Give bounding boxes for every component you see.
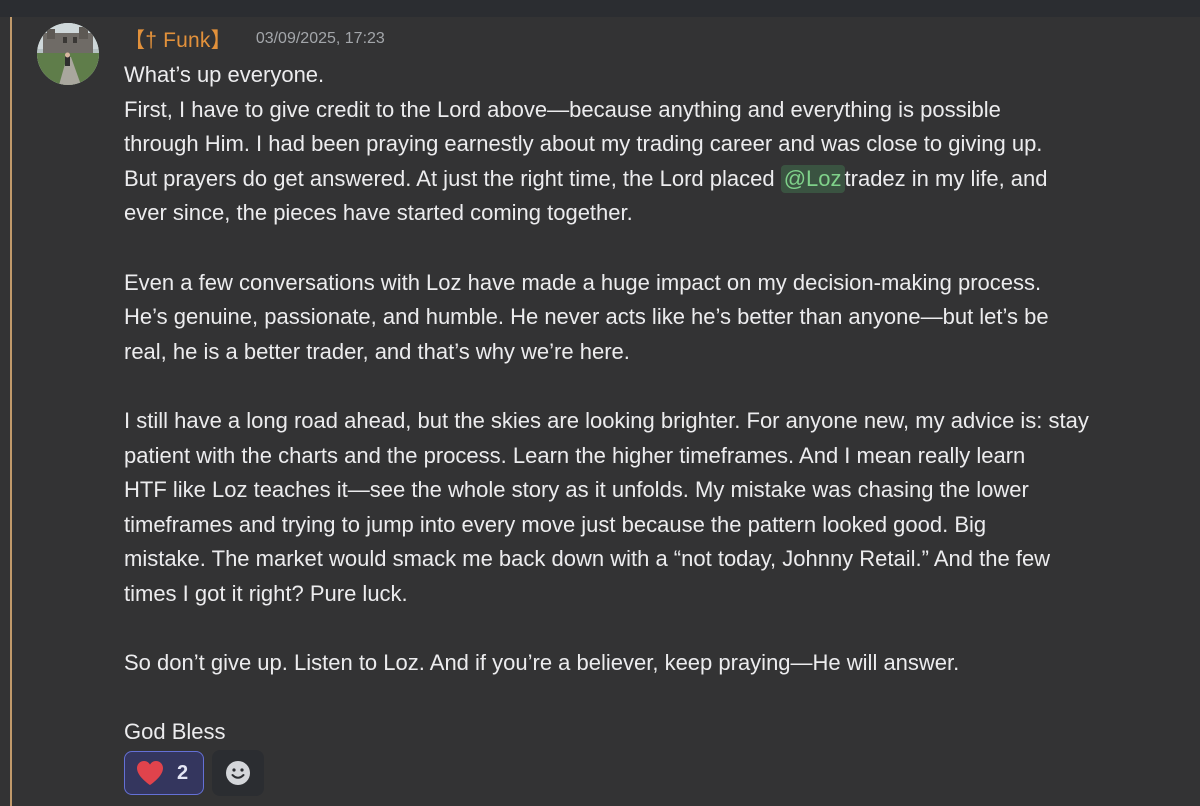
paragraph-break bbox=[124, 369, 1184, 404]
avatar[interactable] bbox=[37, 23, 99, 85]
mention-highlight-bar bbox=[10, 17, 12, 806]
message-line: God Bless bbox=[124, 719, 226, 745]
message-line: HTF like Loz teaches it—see the whole st… bbox=[124, 477, 1029, 503]
message-text: But prayers do get answered. At just the… bbox=[124, 165, 781, 191]
message-line: First, I have to give credit to the Lord… bbox=[124, 96, 1001, 122]
message-line: I still have a long road ahead, but the … bbox=[124, 407, 1089, 433]
message-content: What’s up everyone. First, I have to giv… bbox=[124, 58, 1184, 750]
message-text: tradez in my life, and bbox=[844, 165, 1048, 191]
paragraph-break bbox=[124, 681, 1184, 716]
message-line: times I got it right? Pure luck. bbox=[124, 580, 408, 606]
paragraph-break bbox=[124, 231, 1184, 266]
timestamp[interactable]: 03/09/2025, 17:23 bbox=[256, 30, 385, 48]
message-line: timeframes and trying to jump into every… bbox=[124, 511, 987, 537]
message-line: He’s genuine, passionate, and humble. He… bbox=[124, 304, 1049, 330]
heart-icon bbox=[137, 761, 163, 785]
message-line: ever since, the pieces have started comi… bbox=[124, 200, 633, 226]
reaction-heart-button[interactable]: 2 bbox=[124, 751, 204, 795]
paragraph-break bbox=[124, 612, 1184, 647]
message-line: Even a few conversations with Loz have m… bbox=[124, 269, 1042, 295]
avatar-image bbox=[37, 23, 99, 85]
message-line: mistake. The market would smack me back … bbox=[124, 546, 1051, 572]
message-line: through Him. I had been praying earnestl… bbox=[124, 131, 1043, 157]
reaction-count: 2 bbox=[177, 761, 189, 784]
reactions-bar: 2 bbox=[124, 750, 264, 796]
smiley-icon bbox=[226, 761, 250, 785]
message-line: What’s up everyone. bbox=[124, 62, 325, 87]
username[interactable]: 【† Funk】 bbox=[124, 24, 232, 54]
user-mention[interactable]: @Loz bbox=[780, 164, 845, 193]
message-line: So don’t give up. Listen to Loz. And if … bbox=[124, 650, 960, 676]
chat-window: 【† Funk】 03/09/2025, 17:23 What’s up eve… bbox=[0, 0, 1200, 806]
message-line: real, he is a better trader, and that’s … bbox=[124, 338, 630, 364]
top-strip bbox=[0, 0, 1200, 17]
message-line-with-mention: But prayers do get answered. At just the… bbox=[124, 162, 1184, 197]
message-header: 【† Funk】 03/09/2025, 17:23 bbox=[124, 24, 385, 54]
message-line: patient with the charts and the process.… bbox=[124, 442, 1026, 468]
add-reaction-button[interactable] bbox=[212, 750, 264, 796]
